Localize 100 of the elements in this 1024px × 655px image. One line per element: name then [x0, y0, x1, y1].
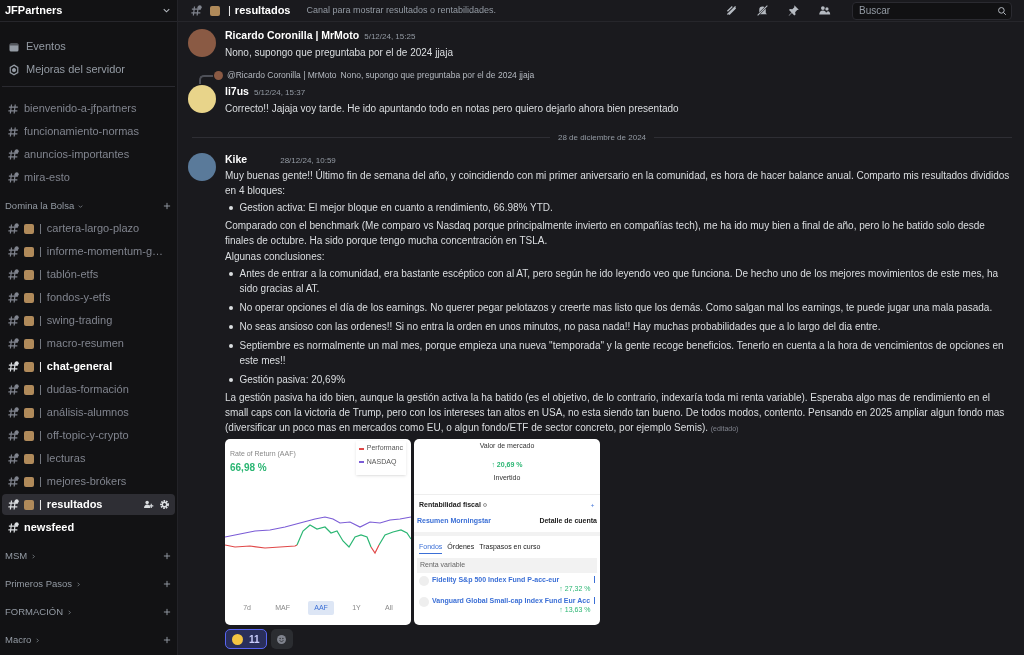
chevron-down-icon [77, 202, 85, 210]
reply-author[interactable]: @Ricardo Coronilla | MrMoto [227, 69, 337, 83]
add-reaction-button[interactable] [270, 629, 293, 650]
hash-icon [190, 4, 202, 17]
message-text: Correcto!! Jajaja voy tarde. He ido apuntando todo en notas pero quiero dejarlo ahora bien presentado [225, 101, 680, 116]
hash-icon [7, 429, 19, 442]
plus-icon[interactable] [162, 635, 172, 645]
reaction-button[interactable]: 11 [225, 629, 267, 650]
add-member-icon[interactable] [143, 499, 154, 510]
hash-icon [7, 383, 19, 396]
reply-text: Nono, supongo que preguntaba por el de 2024 jjaja [340, 69, 535, 83]
message-text: Antes de entrar a la comunidad, era bastante escéptico con al AT, pero según he ido leyendo veo que funciona. De hecho uno de los mejores movimientos de este mes, ha sido gracias al AT. [239, 267, 1000, 297]
message-text: Algunas conclusiones: [225, 250, 326, 265]
hash-icon [7, 406, 19, 419]
search-field[interactable]: Buscar [852, 1, 1012, 20]
hash-icon [7, 125, 19, 138]
chevron-right-icon [66, 608, 74, 616]
message-text: Nono, supongo que preguntaba por el de 2024 jjaja [225, 45, 454, 60]
message-text: Septiembre es normalmente un mal mes, porque empieza una nueva "temporada" y la gente recoge beneficios. Tenerlo en cuenta a la hora de vencimientos de opciones en este mes!! [239, 339, 1005, 369]
bullet-icon [229, 272, 233, 276]
channel-topic: Canal para mostrar resultados o rentabilidades. [306, 3, 497, 17]
channel-item[interactable]: | informe-momentum-g… [2, 241, 175, 262]
avatar [214, 71, 223, 81]
hash-icon [7, 360, 19, 373]
channel-item[interactable]: | tablón-etfs [2, 264, 175, 285]
channel-name: resultados [234, 3, 291, 19]
plus-icon[interactable] [162, 607, 172, 617]
settings-icon[interactable] [159, 499, 170, 510]
sidebar-item[interactable]: Eventos [6, 36, 171, 57]
plus-icon[interactable] [162, 551, 172, 561]
hash-icon [7, 268, 19, 281]
hash-icon [7, 498, 19, 511]
channel-item[interactable]: anuncios-importantes [2, 144, 175, 165]
channel-item[interactable]: | fondos-y-etfs [2, 287, 175, 308]
channel-item[interactable]: bienvenido-a-jfpartners [2, 98, 175, 119]
hash-icon [7, 475, 19, 488]
channel-item[interactable]: newsfeed [2, 517, 175, 538]
category-header[interactable]: Primeros Pasos [5, 576, 83, 592]
sidebar-item[interactable]: Mejoras del servidor [6, 59, 171, 80]
threads-icon[interactable] [725, 4, 738, 17]
plus-icon[interactable] [162, 201, 172, 211]
message-text: No seas ansioso con las ordenes!! Si no entra la orden en unos minutos, no pasa nada!! Hay muchas probabilidades que a lo largo del dia entre. [239, 320, 881, 335]
hash-icon [7, 314, 19, 327]
hash-icon [7, 171, 19, 184]
channel-item[interactable]: | chat-general [2, 356, 175, 377]
message-text: Comparado con el benchmark (Me comparo vs Nasdaq porque principalmente invierto en compañías tech), me ha ido muy bien a final de año, pero lo he batido solo desde finales de octubre. Ha sido porque tengo mucha concentración en TSLA. [225, 219, 986, 249]
category-header[interactable]: Domina la Bolsa [5, 198, 85, 214]
chevron-right-icon [75, 580, 83, 588]
category-header[interactable]: Macro [5, 632, 42, 648]
server-name[interactable]: JFPartners [5, 2, 63, 19]
author-name[interactable]: Ricardo Coronilla | MrMoto [225, 28, 360, 44]
pin-icon[interactable] [787, 4, 800, 17]
message-text: Gestión pasiva: 20,69% [239, 373, 346, 388]
shield-icon [8, 63, 20, 76]
channel-item[interactable]: | lecturas [2, 448, 175, 469]
hash-icon [7, 245, 19, 258]
chevron-right-icon [30, 552, 38, 560]
channel-item[interactable]: | resultados [2, 494, 175, 515]
channel-item[interactable]: | macro-resumen [2, 333, 175, 354]
date-divider: 28 de diciembre de 2024 [557, 131, 647, 144]
plus-icon[interactable] [162, 579, 172, 589]
channel-item[interactable]: mira-esto [2, 167, 175, 188]
hash-icon [7, 148, 19, 161]
author-name[interactable]: Kike [225, 151, 248, 168]
hash-icon [7, 337, 19, 350]
channel-item[interactable]: | análisis-alumnos [2, 402, 175, 423]
bullet-icon [229, 325, 233, 329]
return-value: 66,98 % [230, 460, 268, 475]
bullet-icon [229, 344, 233, 348]
avatar[interactable] [188, 84, 216, 113]
hash-icon [7, 291, 19, 304]
timestamp: 5/12/24, 15:37 [253, 86, 306, 99]
members-icon[interactable] [818, 4, 831, 17]
smiley-icon [276, 633, 288, 645]
author-name[interactable]: li7us [225, 83, 249, 100]
category-header[interactable]: MSM [5, 548, 38, 564]
channel-item[interactable]: | mejores-brókers [2, 471, 175, 492]
channel-item[interactable]: funcionamiento-normas [2, 121, 175, 142]
message-text: Muy buenas gente!! Último fin de semana del año, y coincidiendo con mi primer aniversario en la comunidad, es hora de hacer balance anual. Comparto mis resultados divididos en 4 bloques: [225, 168, 1011, 199]
hash-icon [7, 452, 19, 465]
timestamp: 5/12/24, 15:25 [364, 31, 416, 43]
category-header[interactable]: FORMACIÓN [5, 604, 74, 620]
calendar-icon [8, 40, 20, 53]
search-icon [997, 5, 1007, 16]
message-text: No operar opciones el día de los earnings. No querer pegar pelotazos y creerte mas listo que los demás. Como salgan mal los earnings, te puede jugar una mala pasada. [239, 301, 993, 316]
bullet-icon [229, 206, 233, 210]
bell-off-icon[interactable] [756, 4, 769, 17]
hash-icon [7, 222, 19, 235]
channel-item[interactable]: | swing-trading [2, 310, 175, 331]
channel-item[interactable]: | cartera-largo-plazo [2, 218, 175, 239]
channel-header: | resultados Canal para mostrar resultados o rentabilidades. Buscar [178, 0, 1024, 22]
bullet-icon [229, 306, 233, 310]
hash-icon [7, 521, 19, 534]
message-text: Gestion activa: El mejor bloque en cuanto a rendimiento, 66.98% YTD. [239, 201, 553, 216]
reply-connector-line [199, 74, 213, 84]
bullet-icon [229, 378, 233, 382]
timestamp: 28/12/24, 10:59 [280, 154, 336, 167]
channel-item[interactable]: | dudas-formación [2, 379, 175, 400]
channel-item[interactable]: | off-topic-y-crypto [2, 425, 175, 446]
hash-icon [7, 102, 19, 115]
